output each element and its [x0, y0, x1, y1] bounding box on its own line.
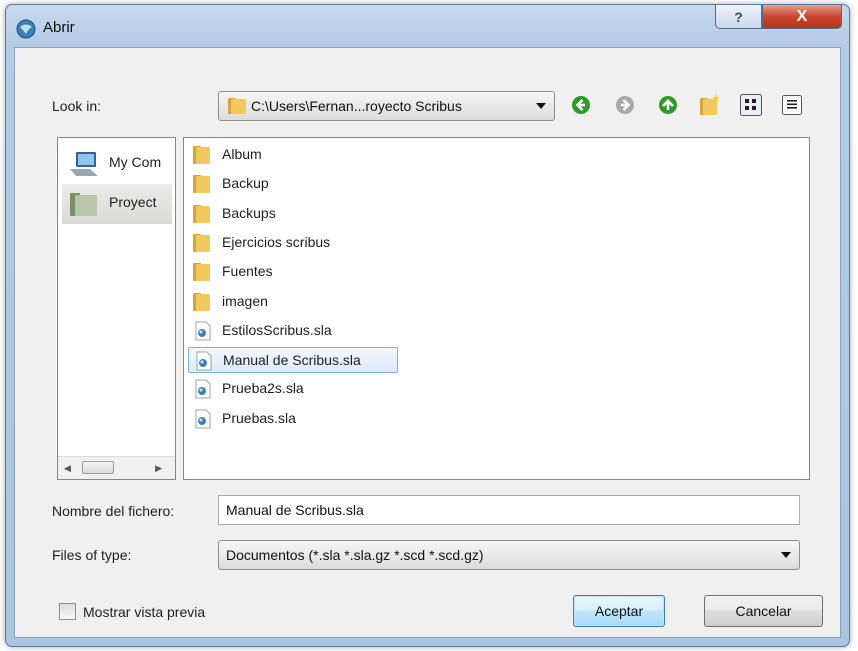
look-in-path: C:\Users\Fernan...royecto Scribus — [251, 98, 462, 114]
file-row[interactable]: Manual de Scribus.sla — [188, 347, 398, 374]
scrollbar-thumb[interactable] — [82, 461, 114, 474]
filetype-label: Files of type: — [52, 547, 132, 563]
file-row[interactable]: Album — [188, 142, 398, 168]
window-title: Abrir — [43, 19, 75, 36]
accept-button[interactable]: Aceptar — [573, 595, 665, 627]
close-icon: X — [796, 7, 808, 25]
detail-view-icon — [782, 95, 802, 115]
file-row[interactable]: Pruebas.sla — [188, 406, 398, 432]
detail-view-button[interactable] — [779, 92, 805, 118]
sidebar-item-label: Proyect — [109, 194, 157, 210]
file-list[interactable]: Album Backup Backups Ejercicios scribus Fuen… — [183, 137, 810, 480]
folder-icon — [228, 98, 246, 114]
folder-icon — [193, 146, 210, 164]
cancel-label: Cancelar — [735, 603, 792, 619]
preview-checkbox[interactable] — [59, 603, 76, 620]
forward-button[interactable] — [612, 92, 638, 118]
filename-label: Nombre del fichero: — [52, 503, 175, 519]
sidebar-item-proyecto[interactable]: Proyect — [62, 184, 172, 224]
help-label: ? — [734, 8, 743, 25]
back-button[interactable] — [568, 92, 594, 118]
file-name: Fuentes — [222, 263, 273, 280]
places-sidebar[interactable]: My Com Proyect ◀ ▶ — [57, 137, 176, 480]
scroll-right-icon[interactable]: ▶ — [155, 463, 162, 474]
sla-document-icon — [195, 321, 211, 341]
file-row[interactable]: EstilosScribus.sla — [188, 318, 398, 344]
file-name: Album — [222, 146, 262, 162]
dialog-body: Look in: C:\Users\Fernan...royecto Scrib… — [14, 47, 841, 638]
file-name: Pruebas.sla — [222, 409, 296, 426]
list-view-button[interactable] — [738, 92, 764, 118]
computer-icon — [70, 152, 98, 176]
file-row[interactable]: Fuentes — [188, 259, 398, 285]
new-folder-button[interactable] — [697, 92, 723, 118]
file-name: Backups — [222, 204, 276, 221]
file-row[interactable]: Backups — [188, 201, 398, 227]
back-icon — [572, 96, 590, 114]
folder-icon — [193, 175, 210, 194]
scroll-left-icon[interactable]: ◀ — [64, 463, 71, 474]
file-row[interactable]: imagen — [188, 289, 398, 315]
forward-icon — [616, 96, 634, 114]
up-folder-button[interactable] — [655, 92, 681, 118]
accept-label: Aceptar — [594, 603, 644, 619]
sidebar-item-label: My Com — [109, 154, 162, 170]
sla-document-icon — [195, 409, 211, 429]
file-name: imagen — [222, 292, 268, 309]
filename-input[interactable] — [218, 495, 800, 525]
up-icon — [659, 96, 677, 114]
filetype-value: Documentos (*.sla *.sla.gz *.scd *.scd.g… — [226, 547, 484, 563]
filetype-combo[interactable]: Documentos (*.sla *.sla.gz *.scd *.scd.g… — [218, 540, 800, 570]
sla-document-icon — [195, 379, 211, 399]
open-dialog: Abrir ? X Look in: C:\Users\Fernan...roy… — [5, 4, 850, 647]
sidebar-horizontal-scrollbar[interactable]: ◀ ▶ — [58, 456, 175, 479]
list-view-icon — [740, 94, 762, 116]
file-name: Manual de Scribus.sla — [223, 352, 361, 369]
look-in-label: Look in: — [52, 98, 102, 114]
file-row[interactable]: Ejercicios scribus — [188, 230, 398, 256]
help-button[interactable]: ? — [715, 5, 762, 29]
file-row[interactable]: Backup — [188, 171, 398, 197]
new-folder-icon — [700, 94, 720, 115]
chevron-down-icon[interactable] — [781, 552, 791, 558]
folder-icon — [70, 193, 97, 216]
cancel-button[interactable]: Cancelar — [704, 595, 823, 627]
file-row[interactable]: Prueba2s.sla — [188, 376, 398, 402]
title-bar[interactable]: Abrir ? X — [6, 5, 849, 47]
folder-icon — [193, 263, 210, 282]
close-button[interactable]: X — [762, 5, 842, 29]
sidebar-item-my-computer[interactable]: My Com — [62, 144, 172, 184]
folder-icon — [193, 292, 210, 311]
file-name: EstilosScribus.sla — [222, 321, 332, 338]
file-name: Prueba2s.sla — [222, 380, 304, 397]
folder-icon — [193, 204, 210, 223]
scribus-app-icon — [16, 19, 36, 39]
chevron-down-icon[interactable] — [536, 103, 546, 109]
preview-label: Mostrar vista previa — [83, 604, 206, 620]
sla-document-icon — [196, 351, 212, 371]
look-in-combo[interactable]: C:\Users\Fernan...royecto Scribus — [218, 91, 555, 121]
file-name: Ejercicios scribus — [222, 233, 331, 250]
file-name: Backup — [222, 175, 269, 192]
folder-icon — [193, 233, 210, 252]
